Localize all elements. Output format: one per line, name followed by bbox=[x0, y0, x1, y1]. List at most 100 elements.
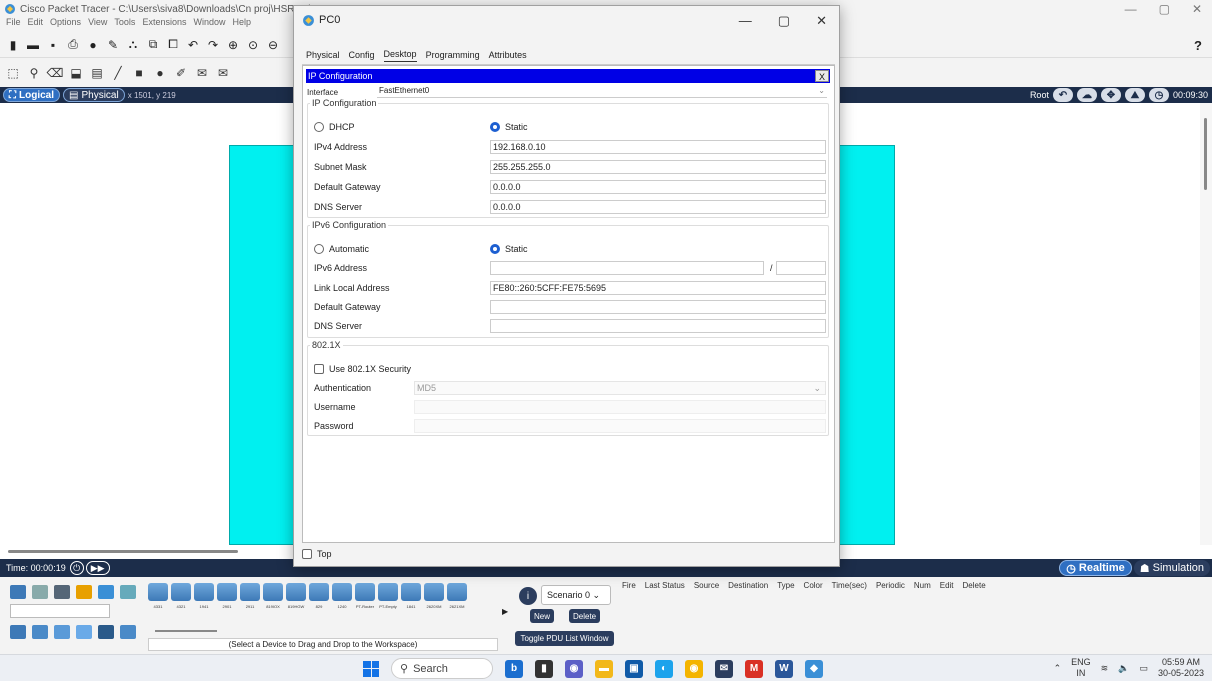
ipv6-static-radio[interactable]: Static bbox=[490, 244, 528, 254]
device-tile[interactable]: 2620XM bbox=[424, 583, 444, 609]
tab-physical[interactable]: Physical bbox=[306, 48, 340, 62]
network-devices-icon[interactable] bbox=[10, 585, 26, 599]
print-icon[interactable]: ⎙ bbox=[66, 37, 80, 52]
physical-view-button[interactable]: ▤ Physical bbox=[63, 88, 125, 102]
word-icon[interactable]: W bbox=[775, 659, 793, 678]
automatic-radio[interactable]: Automatic bbox=[314, 244, 369, 254]
delete-scenario-button[interactable]: Delete bbox=[569, 609, 601, 623]
bing-icon[interactable]: b bbox=[505, 659, 523, 678]
default-gateway-input[interactable]: 0.0.0.0 bbox=[490, 180, 826, 194]
device-tile[interactable]: 2911 bbox=[240, 583, 260, 609]
interface-select[interactable]: FastEthernet0 bbox=[377, 86, 827, 98]
link-local-input[interactable]: FE80::260:5CFF:FE75:5695 bbox=[490, 281, 826, 295]
store-icon[interactable]: ▣ bbox=[625, 659, 643, 678]
menu-help[interactable]: Help bbox=[232, 17, 251, 31]
logical-view-button[interactable]: ⛶ Logical bbox=[3, 88, 61, 102]
toggle-pdu-list-button[interactable]: Toggle PDU List Window bbox=[515, 631, 614, 646]
volume-icon[interactable]: 🔈 bbox=[1118, 663, 1129, 674]
components-icon[interactable] bbox=[54, 585, 70, 599]
static-radio[interactable]: Static bbox=[490, 122, 528, 132]
device-search-input[interactable] bbox=[10, 604, 110, 618]
tab-desktop[interactable]: Desktop bbox=[383, 47, 417, 62]
environment-icon[interactable]: ⛰ bbox=[1124, 88, 1145, 102]
device-tile[interactable]: 819IOX bbox=[263, 583, 283, 609]
custom-device-icon[interactable]: ⛬ bbox=[126, 37, 140, 52]
teams-chat-icon[interactable]: ◉ bbox=[565, 659, 583, 678]
undo-icon[interactable]: ↶ bbox=[186, 38, 200, 52]
device-tile[interactable]: 2901 bbox=[217, 583, 237, 609]
subnet-mask-input[interactable]: 255.255.255.0 bbox=[490, 160, 826, 174]
zoom-reset-icon[interactable]: ⊙ bbox=[246, 38, 260, 52]
close-icon[interactable]: ✕ bbox=[1192, 2, 1202, 16]
simple-pdu-icon[interactable]: ✉ bbox=[195, 66, 209, 80]
copy-icon[interactable]: ⧉ bbox=[146, 37, 160, 52]
resize-icon[interactable]: ⬓ bbox=[69, 66, 83, 80]
expand-arrow-icon[interactable]: ▶ bbox=[502, 607, 508, 616]
new-file-icon[interactable]: ▮ bbox=[6, 38, 20, 52]
taskbar-search[interactable]: ⚲ Search bbox=[391, 658, 493, 679]
vertical-scrollbar[interactable] bbox=[1200, 103, 1212, 545]
multiuser-icon[interactable] bbox=[120, 585, 136, 599]
chrome-icon[interactable]: ◉ bbox=[685, 659, 703, 678]
top-checkbox[interactable]: Top bbox=[302, 549, 332, 559]
tab-attributes[interactable]: Attributes bbox=[489, 48, 527, 62]
tab-config[interactable]: Config bbox=[349, 48, 375, 62]
dialog-close-icon[interactable]: ✕ bbox=[816, 13, 827, 29]
device-tile[interactable]: 1240 bbox=[332, 583, 352, 609]
device-tile[interactable]: 819HGW bbox=[286, 583, 306, 609]
wan-emulation-icon[interactable] bbox=[120, 625, 136, 639]
device-tile[interactable]: 829 bbox=[309, 583, 329, 609]
clock-icon[interactable]: ◷ bbox=[1148, 88, 1169, 102]
complex-pdu-icon[interactable]: ✉ bbox=[216, 66, 230, 80]
inspect-icon[interactable]: ⚲ bbox=[27, 66, 41, 80]
dns-server-input[interactable]: 0.0.0.0 bbox=[490, 200, 826, 214]
password-input[interactable] bbox=[414, 419, 826, 433]
draw-ellipse-icon[interactable]: ● bbox=[153, 66, 167, 80]
draw-rectangle-icon[interactable]: ■ bbox=[132, 66, 146, 80]
switches-icon[interactable] bbox=[32, 625, 48, 639]
ipv4-address-input[interactable]: 192.168.0.10 bbox=[490, 140, 826, 154]
draw-line-icon[interactable]: ╱ bbox=[111, 66, 125, 80]
device-tile[interactable]: 1841 bbox=[401, 583, 421, 609]
ipv6-gateway-input[interactable] bbox=[490, 300, 826, 314]
viewport-icon[interactable]: ✥ bbox=[1100, 88, 1121, 102]
hubs-icon[interactable] bbox=[54, 625, 70, 639]
save-icon[interactable]: ▪ bbox=[46, 38, 60, 52]
info-icon[interactable]: i bbox=[519, 587, 537, 605]
note-icon[interactable]: ▤ bbox=[90, 66, 104, 80]
new-scenario-button[interactable]: New bbox=[530, 609, 555, 623]
device-tile[interactable]: PT-Empty bbox=[378, 583, 398, 609]
dialog-minimize-button[interactable]: — bbox=[739, 13, 752, 29]
help-icon[interactable]: ? bbox=[1194, 38, 1202, 53]
zoom-out-icon[interactable]: ⊖ bbox=[266, 38, 280, 52]
simulation-mode-button[interactable]: ☗ Simulation bbox=[1133, 560, 1210, 576]
zoom-in-icon[interactable]: ⊕ bbox=[226, 38, 240, 52]
back-icon[interactable]: ↶ bbox=[1052, 88, 1073, 102]
power-cycle-icon[interactable]: ⏻ bbox=[69, 561, 84, 575]
device-tile[interactable]: PT-Router bbox=[355, 583, 375, 609]
realtime-mode-button[interactable]: ◷ Realtime bbox=[1059, 560, 1132, 576]
menu-window[interactable]: Window bbox=[193, 17, 225, 31]
scrollbar-thumb[interactable] bbox=[8, 550, 238, 553]
maximize-button[interactable]: ▢ bbox=[1159, 2, 1170, 16]
fast-forward-icon[interactable]: ▶▶ bbox=[85, 561, 110, 575]
select-icon[interactable]: ⬚ bbox=[6, 66, 20, 80]
username-input[interactable] bbox=[414, 400, 826, 414]
device-tile[interactable]: 4331 bbox=[148, 583, 168, 609]
edge-icon[interactable]: ◐ bbox=[655, 659, 673, 678]
gmail-icon[interactable]: M bbox=[745, 659, 763, 678]
file-explorer-icon[interactable]: ▬ bbox=[595, 659, 613, 678]
ipv6-address-input[interactable] bbox=[490, 261, 764, 275]
menu-edit[interactable]: Edit bbox=[28, 17, 44, 31]
scenario-select[interactable]: Scenario 0 ⌄ bbox=[541, 585, 611, 605]
minimize-button[interactable]: — bbox=[1125, 2, 1137, 16]
device-tile[interactable]: 2621XM bbox=[447, 583, 467, 609]
wireless-icon[interactable] bbox=[76, 625, 92, 639]
misc-icon[interactable] bbox=[98, 585, 114, 599]
menu-tools[interactable]: Tools bbox=[114, 17, 135, 31]
open-folder-icon[interactable]: ▬ bbox=[26, 38, 40, 52]
tab-programming[interactable]: Programming bbox=[426, 48, 480, 62]
menu-extensions[interactable]: Extensions bbox=[142, 17, 186, 31]
chevron-up-icon[interactable]: ⌃ bbox=[1054, 663, 1062, 674]
battery-icon[interactable]: ▭ bbox=[1139, 663, 1148, 674]
